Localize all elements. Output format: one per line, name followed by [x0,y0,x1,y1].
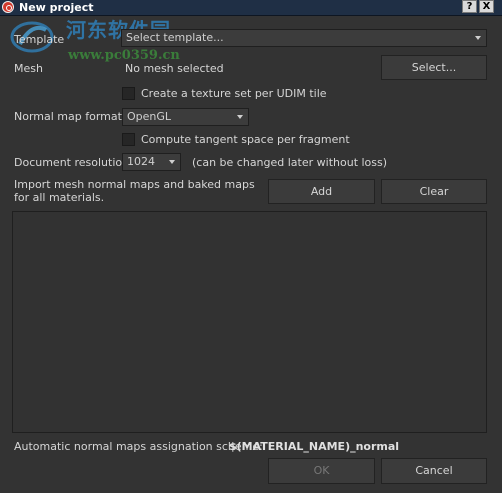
udim-label: Create a texture set per UDIM tile [141,87,327,100]
chevron-down-icon [169,160,175,164]
mesh-value: No mesh selected [125,62,224,75]
close-button[interactable]: X [479,0,494,13]
normal-map-format-select[interactable]: OpenGL [122,108,249,126]
scheme-value: $(MATERIAL_NAME)_normal [229,440,400,453]
template-label: Template [14,33,65,46]
window-title: New project [19,1,94,14]
resolution-select[interactable]: 1024 [122,153,181,171]
imported-maps-list[interactable] [12,211,487,433]
add-button[interactable]: Add [268,179,375,204]
scheme-label: Automatic normal maps assignation scheme… [14,440,263,453]
tangent-label: Compute tangent space per fragment [141,133,350,146]
template-select[interactable]: Select template... [121,29,487,47]
mesh-label: Mesh [14,62,43,75]
help-button[interactable]: ? [462,0,477,13]
resolution-label: Document resolution [14,156,130,169]
normal-map-format-label: Normal map format [14,110,122,123]
resolution-note: (can be changed later without loss) [192,156,388,169]
tangent-checkbox[interactable] [122,133,135,146]
template-select-value: Select template... [126,31,224,44]
ok-button[interactable]: OK [268,458,375,484]
mesh-select-button[interactable]: Select... [381,55,487,80]
watermark-url: www.pc0359.cn [68,48,180,63]
chevron-down-icon [475,36,481,40]
chevron-down-icon [237,115,243,119]
import-label: Import mesh normal maps and baked maps f… [14,178,255,204]
normal-map-format-value: OpenGL [127,110,172,123]
udim-checkbox[interactable] [122,87,135,100]
clear-button[interactable]: Clear [381,179,487,204]
cancel-button[interactable]: Cancel [381,458,487,484]
resolution-value: 1024 [127,155,155,168]
app-logo-icon [2,1,14,13]
